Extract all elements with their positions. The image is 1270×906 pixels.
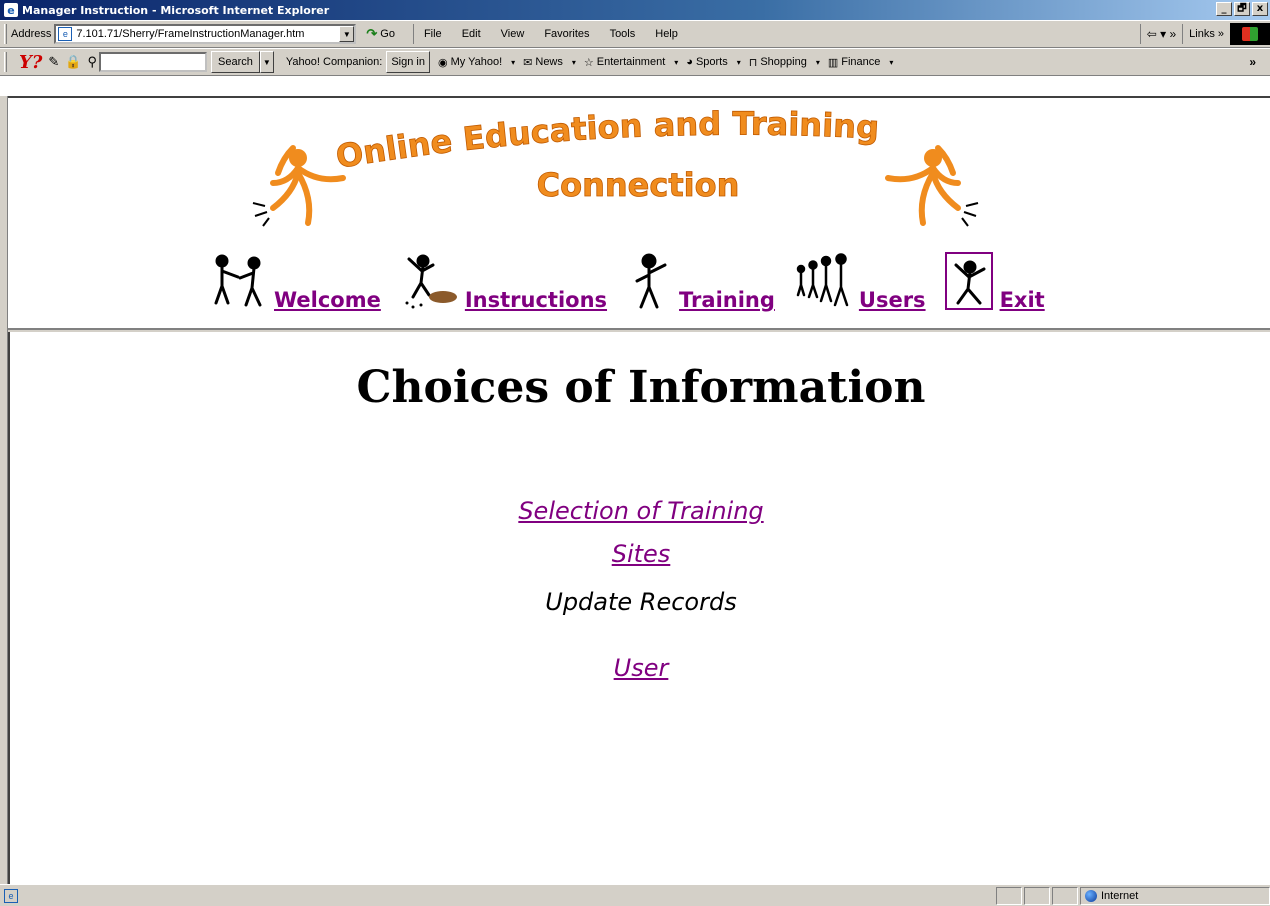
go-label: Go [380, 28, 395, 40]
content-frame: Choices of Information Selection of Trai… [8, 332, 1270, 884]
entertainment-label: Entertainment [596, 56, 666, 68]
shopping-label: Shopping [760, 56, 807, 68]
go-button[interactable]: ↷ Go [366, 26, 395, 42]
nav-item-exit[interactable]: Exit [944, 251, 1045, 313]
news-link[interactable]: ✉ News ▾ [523, 56, 576, 69]
nav-item-users[interactable]: Users [793, 251, 926, 313]
news-label: News [535, 56, 563, 68]
user-link[interactable]: User [10, 654, 1270, 682]
exit-figure-icon [944, 251, 996, 313]
news-icon: ✉ [523, 56, 533, 69]
dancer-right-icon [885, 145, 979, 227]
menu-edit[interactable]: Edit [462, 28, 481, 40]
menu-favorites[interactable]: Favorites [544, 28, 589, 40]
address-toolbar: Address e 7.101.71/Sherry/FrameInstructi… [0, 20, 1270, 48]
nav-link-instructions[interactable]: Instructions [465, 290, 607, 313]
handshake-figures-icon [208, 251, 270, 313]
nav-link-training[interactable]: Training [679, 290, 775, 313]
status-pane [1024, 887, 1050, 905]
menu-bar: File Edit View Favorites Tools Help [412, 24, 678, 44]
banner-frame: Online Education and Training Connection [8, 98, 1270, 328]
menu-view[interactable]: View [501, 28, 525, 40]
yahoo-toolbar: Y? ✎ 🔒 ⚲ Search ▼ Yahoo! Companion: Sign… [0, 48, 1270, 76]
nav-item-welcome[interactable]: Welcome [208, 251, 381, 313]
frame-border-left [0, 96, 8, 886]
address-url[interactable]: 7.101.71/Sherry/FrameInstructionManager.… [76, 28, 304, 40]
toolbar-more-button[interactable]: » [1249, 55, 1256, 69]
page-status-icon: e [4, 888, 18, 903]
menu-tools[interactable]: Tools [610, 28, 636, 40]
page-heading: Choices of Information [356, 362, 926, 413]
search-dropdown-button[interactable]: ▼ [259, 51, 274, 73]
chevron-down-icon[interactable]: ▾ [737, 58, 741, 67]
toolbar-grip[interactable] [4, 24, 7, 44]
globe-icon [1085, 890, 1097, 902]
companion-label: Yahoo! Companion: [285, 56, 383, 68]
entertainment-link[interactable]: ☆ Entertainment ▾ [584, 56, 678, 69]
nav-item-instructions[interactable]: Instructions [399, 251, 607, 313]
chevron-down-icon[interactable]: ▾ [889, 58, 893, 67]
status-pane [1052, 887, 1078, 905]
page-icon: e [58, 27, 73, 41]
search-icon: ⚲ [87, 54, 98, 69]
nav-link-exit[interactable]: Exit [1000, 290, 1045, 313]
toolbar-grip[interactable] [4, 52, 7, 72]
menu-file[interactable]: File [424, 28, 442, 40]
nav-link-welcome[interactable]: Welcome [274, 290, 381, 313]
links-button[interactable]: Links » [1182, 24, 1230, 44]
go-arrow-icon: ↷ [366, 26, 378, 41]
chevron-down-icon[interactable]: ▾ [572, 58, 576, 67]
yahoo-search-button[interactable]: Search [211, 51, 260, 73]
my-yahoo-link[interactable]: ◉ My Yahoo! ▾ [438, 56, 515, 69]
minimize-button[interactable]: _ [1216, 2, 1232, 16]
windows-logo-icon [1230, 23, 1270, 45]
sports-label: Sports [695, 56, 728, 68]
security-zone: Internet [1080, 887, 1270, 905]
nav-link-users[interactable]: Users [859, 290, 926, 313]
chevron-down-icon[interactable]: ▾ [674, 58, 678, 67]
lock-icon[interactable]: 🔒 [65, 54, 81, 70]
pencil-icon[interactable]: ✎ [48, 54, 59, 70]
yahoo-icon: ◉ [437, 56, 448, 69]
window-title-bar: e Manager Instruction - Microsoft Intern… [0, 0, 1270, 20]
close-button[interactable]: x [1252, 2, 1268, 16]
shopping-link[interactable]: ⊓ Shopping ▾ [749, 56, 820, 69]
dancer-left-icon [252, 145, 346, 227]
window-title: Manager Instruction - Microsoft Internet… [22, 3, 330, 17]
status-bar: e Internet [0, 884, 1270, 906]
crowd-figures-icon [793, 251, 855, 313]
nav-item-training[interactable]: Training [625, 251, 775, 313]
main-nav: Welcome Instructions Training Users Exit [208, 243, 1063, 313]
address-label: Address [11, 28, 52, 40]
ie-icon: e [4, 3, 18, 17]
update-records-label: Update Records [545, 588, 737, 616]
yahoo-logo[interactable]: Y? [19, 52, 42, 73]
star-icon: ☆ [583, 56, 594, 69]
teacher-figure-icon [625, 251, 675, 313]
maximize-button[interactable]: 🗗 [1234, 2, 1250, 16]
chart-icon: ▥ [827, 56, 839, 69]
sign-in-button[interactable]: Sign in [386, 51, 430, 73]
finance-label: Finance [841, 56, 881, 68]
back-button[interactable]: ⇦ ▾ » [1139, 24, 1182, 44]
finance-link[interactable]: ▥ Finance ▾ [828, 56, 894, 69]
ball-icon: ◕ [686, 56, 693, 68]
digging-figure-icon [399, 251, 461, 313]
my-yahoo-label: My Yahoo! [450, 56, 503, 68]
zone-label: Internet [1101, 890, 1139, 902]
address-input[interactable]: e 7.101.71/Sherry/FrameInstructionManage… [54, 24, 357, 44]
selection-of-training-link[interactable]: Selection of Training [10, 497, 1270, 525]
status-pane [996, 887, 1022, 905]
address-dropdown-button[interactable]: ▼ [339, 26, 355, 42]
menu-help[interactable]: Help [655, 28, 678, 40]
chevron-down-icon[interactable]: ▾ [816, 58, 820, 67]
sports-link[interactable]: ◕ Sports ▾ [686, 56, 740, 68]
sites-link[interactable]: Sites [10, 540, 1270, 568]
banner-line2: Connection [537, 166, 740, 204]
banner-title: Online Education and Training Connection [333, 104, 881, 204]
bag-icon: ⊓ [748, 56, 758, 69]
yahoo-search-input[interactable] [99, 52, 208, 72]
chevron-down-icon[interactable]: ▾ [511, 58, 515, 67]
